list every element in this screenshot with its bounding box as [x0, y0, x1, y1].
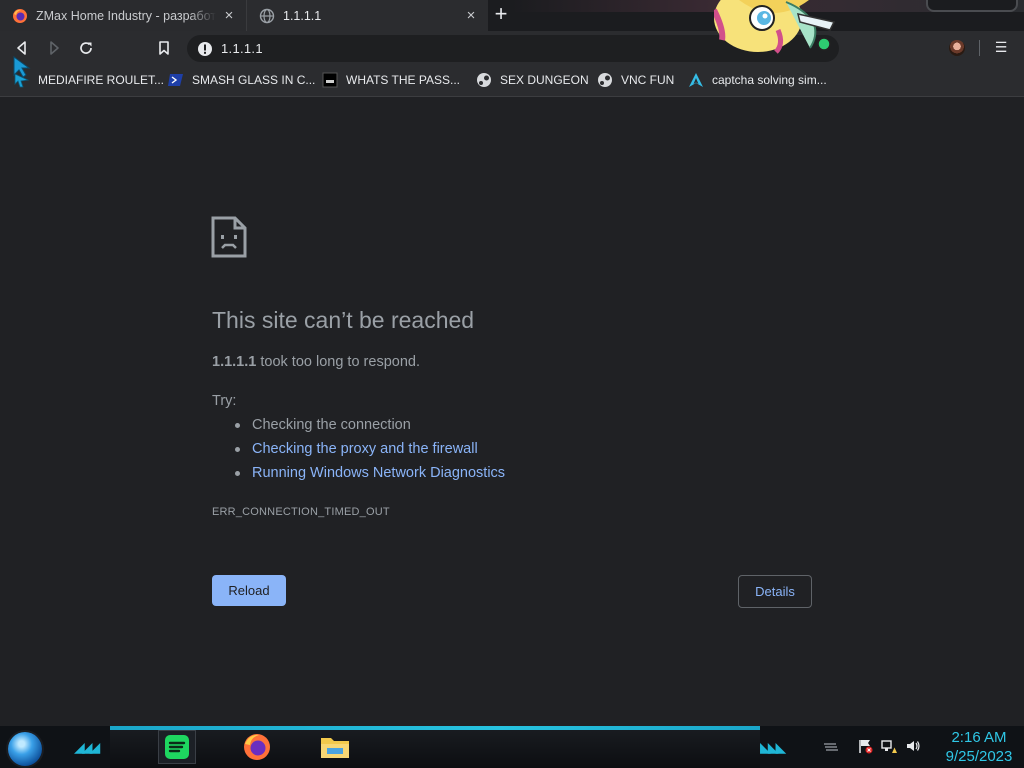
error-code: ERR_CONNECTION_TIMED_OUT — [212, 506, 390, 518]
firefox-icon — [13, 8, 27, 23]
reload-button[interactable]: Reload — [212, 575, 286, 606]
toolbar-divider — [979, 40, 980, 56]
bookmark-item[interactable]: SEX DUNGEON — [476, 65, 589, 95]
error-summary-text: took too long to respond. — [256, 354, 420, 370]
bookmark-button[interactable] — [153, 37, 175, 59]
action-center-flag-icon[interactable] — [857, 738, 873, 754]
bookmark-label: WHATS THE PASS... — [346, 73, 461, 87]
sad-document-icon — [211, 216, 247, 258]
try-label: Try: — [212, 393, 237, 409]
arch-icon — [689, 73, 703, 87]
start-button[interactable] — [8, 732, 42, 766]
system-clock[interactable]: 2:16 AM 9/25/2023 — [938, 728, 1020, 766]
clock-time: 2:16 AM — [951, 729, 1007, 746]
menu-icon[interactable]: ☰ — [993, 40, 1009, 56]
bookmark-label: SEX DUNGEON — [500, 73, 589, 87]
mouse-cursor-icon — [13, 56, 31, 78]
refresh-icon — [80, 42, 92, 54]
close-tab-icon[interactable]: × — [222, 8, 236, 23]
suggestion-item[interactable]: Checking the proxy and the firewall — [234, 441, 505, 465]
forward-button[interactable] — [43, 37, 65, 59]
bookmark-item[interactable]: WHATS THE PASS... — [322, 65, 460, 95]
theme-mascot-image — [714, 0, 836, 54]
bookmark-label: captcha solving sim... — [712, 73, 827, 87]
tab-zmax[interactable]: ZMax Home Industry - разработка × — [0, 0, 246, 31]
details-button[interactable]: Details — [738, 575, 812, 608]
globe-icon — [259, 8, 275, 23]
back-arrow-icon — [17, 41, 26, 55]
suggestion-text: Checking the connection — [252, 417, 411, 433]
terminal-icon — [322, 72, 338, 88]
network-warning-icon[interactable] — [881, 738, 897, 754]
error-summary: 1.1.1.1 took too long to respond. — [212, 354, 420, 370]
suggestion-link-diagnostics[interactable]: Running Windows Network Diagnostics — [252, 465, 505, 481]
suggestion-list: Checking the connection Checking the pro… — [234, 417, 505, 489]
firefox-icon — [244, 734, 270, 760]
taskbar-chevron-decoration: ◢◢◢ — [74, 739, 100, 755]
taskbar-accent-line — [110, 726, 760, 730]
bookmark-icon — [159, 41, 169, 55]
taskbar-app-firefox[interactable] — [238, 730, 276, 764]
close-tab-icon[interactable]: × — [464, 8, 478, 23]
reload-toolbar-button[interactable] — [75, 37, 97, 59]
browser-toolbar: 1.1.1.1 ☰ — [0, 31, 1024, 65]
bookmark-item[interactable]: VNC FUN — [597, 65, 674, 95]
tab-title: ZMax Home Industry - разработка — [36, 8, 216, 23]
tab-title: 1.1.1.1 — [283, 8, 322, 23]
spotify-icon — [165, 735, 189, 759]
tab-1111[interactable]: 1.1.1.1 × — [246, 0, 488, 31]
suggestion-item[interactable]: Running Windows Network Diagnostics — [234, 465, 505, 489]
powershell-icon — [168, 74, 183, 86]
steam-icon — [598, 73, 612, 87]
bookmark-item[interactable]: captcha solving sim... — [688, 65, 827, 95]
error-host: 1.1.1.1 — [212, 354, 257, 370]
forward-arrow-icon — [50, 41, 59, 55]
clock-date: 9/25/2023 — [945, 748, 1013, 765]
new-tab-button[interactable]: + — [490, 3, 512, 26]
bookmark-label: SMASH GLASS IN C... — [192, 73, 316, 87]
taskbar-chevron-decoration: ◣◣◣ — [760, 739, 786, 755]
taskbar-frame — [110, 726, 760, 768]
bookmark-item[interactable]: MEDIAFIRE ROULET... — [14, 65, 164, 95]
tab-strip: ZMax Home Industry - разработка × 1.1.1.… — [0, 0, 1024, 31]
url-text: 1.1.1.1 — [221, 41, 263, 56]
profile-avatar[interactable] — [949, 40, 965, 56]
taskbar-app-file-explorer[interactable] — [316, 730, 354, 764]
suggestion-item: Checking the connection — [234, 417, 505, 441]
error-page: This site can’t be reached 1.1.1.1 took … — [0, 98, 1024, 726]
taskbar: ◢◢◢ ◣◣◣ 2:16 AM 9/25/2023 — [0, 726, 1024, 768]
bookmark-label: VNC FUN — [621, 73, 675, 87]
bookmark-label: MEDIAFIRE ROULET... — [38, 73, 165, 87]
taskbar-app-spotify[interactable] — [158, 730, 196, 764]
bookmarks-bar: MEDIAFIRE ROULET... SMASH GLASS IN C... … — [0, 65, 1024, 97]
suggestion-link-proxy[interactable]: Checking the proxy and the firewall — [252, 441, 478, 457]
steam-icon — [477, 73, 491, 87]
bookmark-item[interactable]: SMASH GLASS IN C... — [168, 65, 315, 95]
volume-icon[interactable] — [905, 738, 921, 754]
error-heading: This site can’t be reached — [212, 307, 475, 333]
info-icon[interactable] — [197, 41, 213, 57]
file-explorer-icon — [321, 738, 349, 758]
show-hidden-icons-icon[interactable] — [822, 738, 838, 754]
window-frame-decoration — [926, 0, 1018, 12]
